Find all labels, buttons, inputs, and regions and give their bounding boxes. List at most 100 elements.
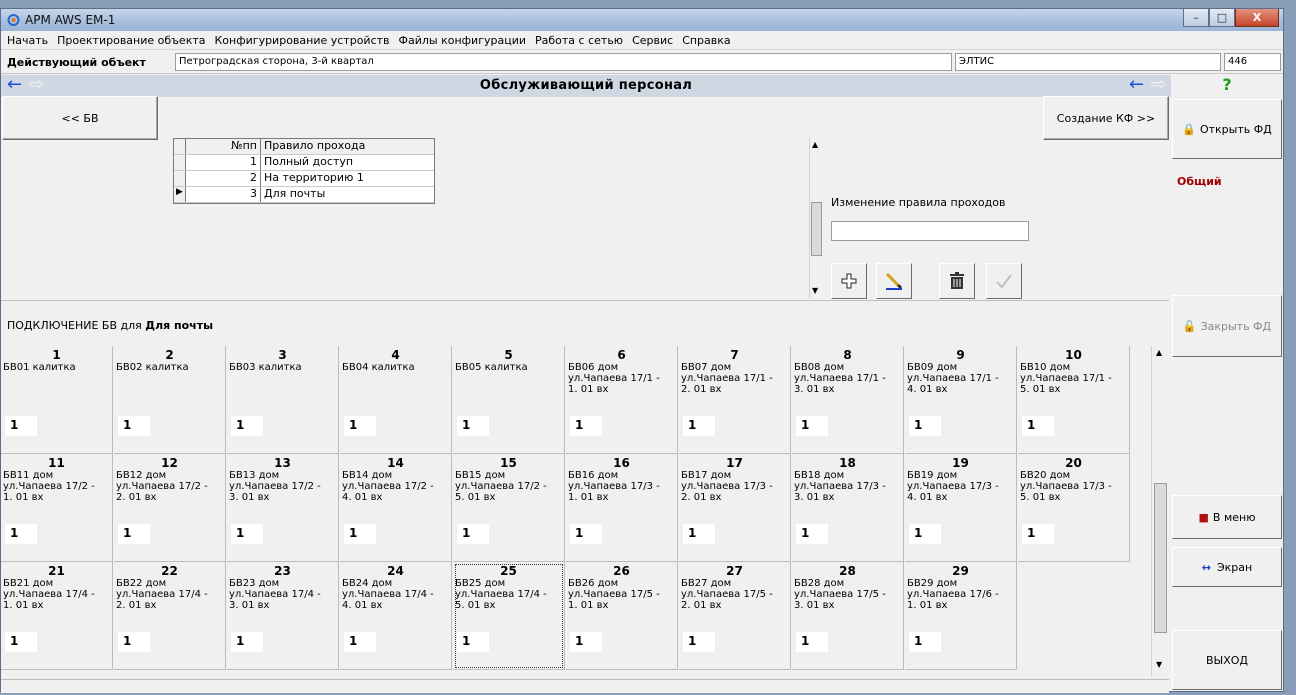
bv-cell-value-field[interactable]: 1 [118, 632, 150, 652]
bv-cell-value-field[interactable]: 1 [909, 524, 941, 544]
create-kf-button[interactable]: Создание КФ >> [1043, 96, 1169, 140]
bv-cell-number: 1 [52, 348, 61, 362]
menu-device-config[interactable]: Конфигурирование устройств [215, 34, 390, 47]
bv-cell-value-field[interactable]: 1 [344, 416, 376, 436]
table-row[interactable]: ▶ 3 Для почты [174, 187, 434, 203]
bv-cell[interactable]: 12 БВ12 дом ул.Чапаева 17/2 - 2. 01 вх 1 [114, 454, 226, 562]
bv-cell-value-field[interactable]: 1 [570, 524, 602, 544]
bv-cell-value-field[interactable]: 1 [231, 524, 263, 544]
menu-start[interactable]: Начать [7, 34, 48, 47]
bv-cell-value-field[interactable]: 1 [118, 524, 150, 544]
menu-config-files[interactable]: Файлы конфигурации [399, 34, 527, 47]
bv-cell-value-field[interactable]: 1 [231, 632, 263, 652]
edit-rule-input[interactable] [831, 221, 1029, 241]
object-number-field[interactable]: 446 [1224, 53, 1281, 71]
edit-button[interactable] [876, 263, 912, 299]
help-icon[interactable]: ? [1171, 75, 1283, 97]
menu-network[interactable]: Работа с сетью [535, 34, 623, 47]
back-to-bv-button[interactable]: << БВ [2, 96, 158, 140]
bv-cell[interactable]: 20 БВ20 дом ул.Чапаева 17/3 - 5. 01 вх 1 [1018, 454, 1130, 562]
bv-cell[interactable]: 27 БВ27 дом ул.Чапаева 17/5 - 2. 01 вх 1 [679, 562, 791, 670]
exit-button[interactable]: ВЫХОД [1172, 630, 1282, 690]
bv-cell-value-field[interactable]: 1 [683, 524, 715, 544]
bv-cell-value-field[interactable]: 1 [5, 524, 37, 544]
bv-cell[interactable]: 5 БВ05 калитка 1 [453, 346, 565, 454]
menu-object-design[interactable]: Проектирование объекта [57, 34, 205, 47]
menu-help[interactable]: Справка [682, 34, 730, 47]
column-header-rule[interactable]: Правило прохода [261, 139, 434, 154]
status-bar [1, 679, 1169, 693]
bv-cell-value-field[interactable]: 1 [1022, 524, 1054, 544]
bv-cell-value-field[interactable]: 1 [344, 632, 376, 652]
bv-cell[interactable]: 29 БВ29 дом ул.Чапаева 17/6 - 1. 01 вх 1 [905, 562, 1017, 670]
bv-cell[interactable]: 15 БВ15 дом ул.Чапаева 17/2 - 5. 01 вх 1 [453, 454, 565, 562]
bv-cell[interactable]: 28 БВ28 дом ул.Чапаева 17/5 - 3. 01 вх 1 [792, 562, 904, 670]
bv-cell[interactable]: 8 БВ08 дом ул.Чапаева 17/1 - 3. 01 вх 1 [792, 346, 904, 454]
bv-cell[interactable]: 10 БВ10 дом ул.Чапаева 17/1 - 5. 01 вх 1 [1018, 346, 1130, 454]
bv-cell-value-field[interactable]: 1 [457, 524, 489, 544]
bv-cell-value-field[interactable]: 1 [796, 524, 828, 544]
screen-button[interactable]: ↔ Экран [1172, 547, 1282, 587]
object-vendor-field[interactable]: ЭЛТИС [955, 53, 1221, 71]
bv-cell-value-field[interactable]: 1 [118, 416, 150, 436]
bv-cell-value-field[interactable]: 1 [570, 632, 602, 652]
bv-cell-value-field[interactable]: 1 [457, 632, 489, 652]
bv-cell-value-field[interactable]: 1 [457, 416, 489, 436]
maximize-button[interactable]: □ [1209, 9, 1235, 27]
rules-table-scrollbar[interactable]: ▲ ▼ [809, 138, 822, 298]
bv-cell[interactable]: 3 БВ03 калитка 1 [227, 346, 339, 454]
scroll-thumb[interactable] [1154, 483, 1167, 633]
bv-cell-value-field[interactable]: 1 [231, 416, 263, 436]
object-address-field[interactable]: Петроградская сторона, 3-й квартал [175, 53, 952, 71]
scroll-down-icon[interactable]: ▼ [1156, 660, 1162, 669]
column-header-num[interactable]: №пп [186, 139, 261, 154]
bv-cell[interactable]: 23 БВ23 дом ул.Чапаева 17/4 - 3. 01 вх 1 [227, 562, 339, 670]
delete-button[interactable] [939, 263, 975, 299]
table-row[interactable]: 2 На территорию 1 [174, 171, 434, 187]
bv-cell-value-field[interactable]: 1 [5, 632, 37, 652]
nav-back-arrow-right-icon[interactable]: ← [1129, 76, 1144, 94]
to-menu-button[interactable]: ■ В меню [1172, 495, 1282, 539]
scroll-down-icon[interactable]: ▼ [812, 286, 818, 295]
bv-cell[interactable]: 19 БВ19 дом ул.Чапаева 17/3 - 4. 01 вх 1 [905, 454, 1017, 562]
rules-table-header: №пп Правило прохода [174, 139, 434, 155]
menu-service[interactable]: Сервис [632, 34, 673, 47]
bv-cell[interactable]: 9 БВ09 дом ул.Чапаева 17/1 - 4. 01 вх 1 [905, 346, 1017, 454]
bv-cell-value-field[interactable]: 1 [1022, 416, 1054, 436]
bv-cell[interactable]: 17 БВ17 дом ул.Чапаева 17/3 - 2. 01 вх 1 [679, 454, 791, 562]
bv-cell[interactable]: 24 БВ24 дом ул.Чапаева 17/4 - 4. 01 вх 1 [340, 562, 452, 670]
bv-cell-value-field[interactable]: 1 [796, 416, 828, 436]
bv-cell-value-field[interactable]: 1 [5, 416, 37, 436]
table-row[interactable]: 1 Полный доступ [174, 155, 434, 171]
close-button[interactable]: X [1235, 9, 1279, 27]
bv-cell[interactable]: 26 БВ26 дом ул.Чапаева 17/5 - 1. 01 вх 1 [566, 562, 678, 670]
scroll-thumb[interactable] [811, 202, 822, 256]
minimize-button[interactable]: – [1183, 9, 1209, 27]
bv-cell-value-field[interactable]: 1 [909, 416, 941, 436]
bv-cell[interactable]: 7 БВ07 дом ул.Чапаева 17/1 - 2. 01 вх 1 [679, 346, 791, 454]
scroll-up-icon[interactable]: ▲ [1156, 348, 1162, 357]
bv-cell-value-field[interactable]: 1 [570, 416, 602, 436]
bv-cell-value-field[interactable]: 1 [909, 632, 941, 652]
bv-cell[interactable]: 6 БВ06 дом ул.Чапаева 17/1 - 1. 01 вх 1 [566, 346, 678, 454]
bv-cell[interactable]: 13 БВ13 дом ул.Чапаева 17/2 - 3. 01 вх 1 [227, 454, 339, 562]
cells-scrollbar[interactable]: ▲ ▼ [1151, 346, 1168, 676]
bv-cell[interactable]: 14 БВ14 дом ул.Чапаева 17/2 - 4. 01 вх 1 [340, 454, 452, 562]
open-fd-button[interactable]: 🔒 Открыть ФД [1172, 99, 1282, 159]
bv-cell[interactable]: 2 БВ02 калитка 1 [114, 346, 226, 454]
title-bar[interactable]: АРМ AWS EM-1 – □ X [1, 9, 1283, 31]
bv-cell[interactable]: 21 БВ21 дом ул.Чапаева 17/4 - 1. 01 вх 1 [1, 562, 113, 670]
bv-cell-value-field[interactable]: 1 [683, 416, 715, 436]
bv-cell[interactable]: 18 БВ18 дом ул.Чапаева 17/3 - 3. 01 вх 1 [792, 454, 904, 562]
add-button[interactable] [831, 263, 867, 299]
bv-cell[interactable]: 1 БВ01 калитка 1 [1, 346, 113, 454]
bv-cell-value-field[interactable]: 1 [796, 632, 828, 652]
bv-cell-value-field[interactable]: 1 [683, 632, 715, 652]
scroll-up-icon[interactable]: ▲ [812, 140, 818, 149]
bv-cell[interactable]: 22 БВ22 дом ул.Чапаева 17/4 - 2. 01 вх 1 [114, 562, 226, 670]
bv-cell[interactable]: 4 БВ04 калитка 1 [340, 346, 452, 454]
bv-cell[interactable]: 25 БВ25 дом ул.Чапаева 17/4 - 5. 01 вх 1 [453, 562, 565, 670]
bv-cell-value-field[interactable]: 1 [344, 524, 376, 544]
bv-cell[interactable]: 16 БВ16 дом ул.Чапаева 17/3 - 1. 01 вх 1 [566, 454, 678, 562]
bv-cell[interactable]: 11 БВ11 дом ул.Чапаева 17/2 - 1. 01 вх 1 [1, 454, 113, 562]
